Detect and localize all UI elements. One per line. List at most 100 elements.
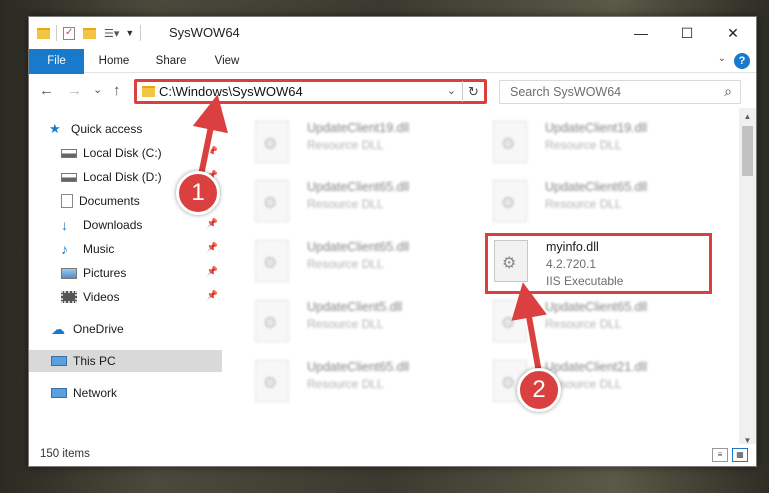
network-icon (51, 388, 67, 398)
sidebar-item-music[interactable]: ♪ Music 📌 (29, 238, 222, 260)
sidebar-item-label: Quick access (71, 122, 143, 136)
forward-arrow-icon[interactable]: → (67, 82, 82, 99)
new-folder-icon[interactable] (83, 27, 96, 39)
computer-icon (51, 356, 67, 366)
file-description: Resource DLL (545, 317, 622, 331)
file-item[interactable]: UpdateClient65.dll Resource DLL (249, 236, 469, 292)
address-path[interactable]: C:\Windows\SysWOW64 (159, 84, 303, 99)
navigation-pane: ★ Quick access Local Disk (C:) 📌 Local D… (29, 115, 222, 435)
file-description: Resource DLL (307, 138, 384, 152)
file-list: UpdateClient19.dll Resource DLL UpdateCl… (239, 115, 744, 445)
file-name: UpdateClient65.dll (307, 240, 410, 254)
sidebar-item-label: Pictures (83, 266, 127, 280)
sidebar-item-label: Videos (83, 290, 120, 304)
back-arrow-icon[interactable]: ← (39, 82, 54, 99)
file-name: UpdateClient65.dll (545, 300, 648, 314)
file-description: Resource DLL (545, 197, 622, 211)
dll-file-icon (255, 121, 289, 163)
file-name: UpdateClient19.dll (307, 121, 410, 135)
maximize-button[interactable]: ☐ (664, 17, 710, 49)
sidebar-item-local-disk-c[interactable]: Local Disk (C:) 📌 (29, 142, 222, 164)
sidebar-item-label: OneDrive (73, 322, 124, 336)
status-bar: 150 items ≡ ▦ (29, 444, 756, 466)
pin-icon[interactable]: 📌 (207, 290, 218, 301)
file-description: IIS Executable (546, 274, 624, 288)
sidebar-item-label: Music (83, 242, 115, 256)
pin-icon[interactable]: 📌 (207, 266, 218, 277)
details-view-icon[interactable]: ≡ (712, 448, 728, 462)
file-item[interactable]: UpdateClient19.dll Resource DLL (249, 117, 469, 173)
explorer-window: ✓ ☰▾ ▼ SysWOW64 — ☐ ✕ File Home Share Vi… (28, 16, 757, 467)
dll-file-icon (255, 300, 289, 342)
title-bar: ✓ ☰▾ ▼ SysWOW64 — ☐ ✕ (29, 17, 756, 49)
file-name: UpdateClient65.dll (545, 180, 648, 194)
sidebar-item-label: Network (73, 386, 118, 400)
window-controls: — ☐ ✕ (618, 17, 756, 49)
pin-icon[interactable]: 📌 (207, 218, 218, 229)
close-button[interactable]: ✕ (710, 17, 756, 49)
dll-file-icon (493, 180, 527, 222)
search-icon[interactable]: ⌕ (724, 83, 732, 100)
large-icons-view-icon[interactable]: ▦ (732, 448, 748, 462)
file-version: 4.2.720.1 (546, 257, 597, 271)
file-item[interactable]: UpdateClient19.dll Resource DLL (487, 117, 707, 173)
scroll-up-icon[interactable]: ▲ (739, 108, 756, 125)
ribbon-tabs: File Home Share View ⌄ ? (29, 49, 756, 105)
chevron-down-icon[interactable]: ⌄ (718, 53, 726, 64)
tab-home[interactable]: Home (89, 49, 139, 73)
sidebar-item-quick-access[interactable]: ★ Quick access (29, 118, 222, 140)
customize-toolbar-icon[interactable]: ☰▾ (104, 27, 119, 40)
search-input[interactable]: Search SysWOW64 ⌕ (499, 80, 741, 104)
file-description: Resource DLL (307, 377, 384, 391)
file-item[interactable]: UpdateClient65.dll Resource DLL (487, 296, 707, 352)
step-2-badge: 2 (517, 368, 561, 412)
file-description: Resource DLL (307, 197, 384, 211)
chevron-down-icon[interactable]: ⌄ (447, 84, 456, 97)
step-1-badge: 1 (176, 171, 220, 215)
pin-icon[interactable]: 📌 (207, 146, 218, 157)
address-bar[interactable]: C:\Windows\SysWOW64 ⌄ ↻ (134, 79, 487, 104)
scrollbar-thumb[interactable] (742, 126, 753, 176)
help-button[interactable]: ? (734, 53, 750, 69)
file-name: UpdateClient21.dll (545, 360, 648, 374)
sidebar-item-network[interactable]: Network (29, 382, 222, 404)
qat-dropdown-icon[interactable]: ▼ (125, 28, 134, 38)
file-name: UpdateClient65.dll (307, 360, 410, 374)
file-name: myinfo.dll (546, 240, 599, 254)
videos-icon (61, 291, 77, 303)
pin-icon[interactable]: 📌 (207, 242, 218, 253)
folder-icon (142, 86, 155, 97)
folder-icon[interactable] (37, 27, 50, 39)
recent-locations-icon[interactable]: ⌄ (93, 83, 102, 96)
file-item[interactable]: UpdateClient65.dll Resource DLL (249, 176, 469, 232)
refresh-icon[interactable]: ↻ (462, 81, 484, 102)
file-item-myinfo-dll[interactable]: myinfo.dll 4.2.720.1 IIS Executable (485, 233, 712, 294)
sidebar-item-videos[interactable]: Videos 📌 (29, 286, 222, 308)
up-arrow-icon[interactable]: ↑ (113, 82, 121, 99)
sidebar-item-label: Local Disk (C:) (83, 146, 162, 160)
sidebar-item-onedrive[interactable]: ☁ OneDrive (29, 318, 222, 340)
dll-file-icon (493, 121, 527, 163)
file-item[interactable]: UpdateClient65.dll Resource DLL (249, 356, 469, 412)
search-placeholder: Search SysWOW64 (510, 85, 622, 99)
file-description: Resource DLL (307, 317, 384, 331)
sidebar-item-this-pc[interactable]: This PC (29, 350, 222, 372)
cloud-icon: ☁ (51, 321, 65, 337)
properties-icon[interactable]: ✓ (63, 26, 75, 40)
dll-file-icon (255, 180, 289, 222)
sidebar-item-pictures[interactable]: Pictures 📌 (29, 262, 222, 284)
file-item[interactable]: UpdateClient65.dll Resource DLL (487, 176, 707, 232)
quick-access-toolbar: ✓ ☰▾ ▼ (37, 25, 143, 41)
tab-share[interactable]: Share (146, 49, 196, 73)
sidebar-item-label: This PC (73, 354, 116, 368)
sidebar-item-downloads[interactable]: ↓ Downloads 📌 (29, 214, 222, 236)
divider (140, 25, 142, 41)
vertical-scrollbar[interactable]: ▲ ▼ (739, 108, 756, 449)
tab-view[interactable]: View (203, 49, 251, 73)
file-item[interactable]: UpdateClient5.dll Resource DLL (249, 296, 469, 352)
documents-icon (61, 194, 73, 208)
sidebar-item-label: Downloads (83, 218, 143, 232)
minimize-button[interactable]: — (618, 17, 664, 49)
item-count: 150 items (40, 448, 90, 460)
pictures-icon (61, 267, 77, 279)
